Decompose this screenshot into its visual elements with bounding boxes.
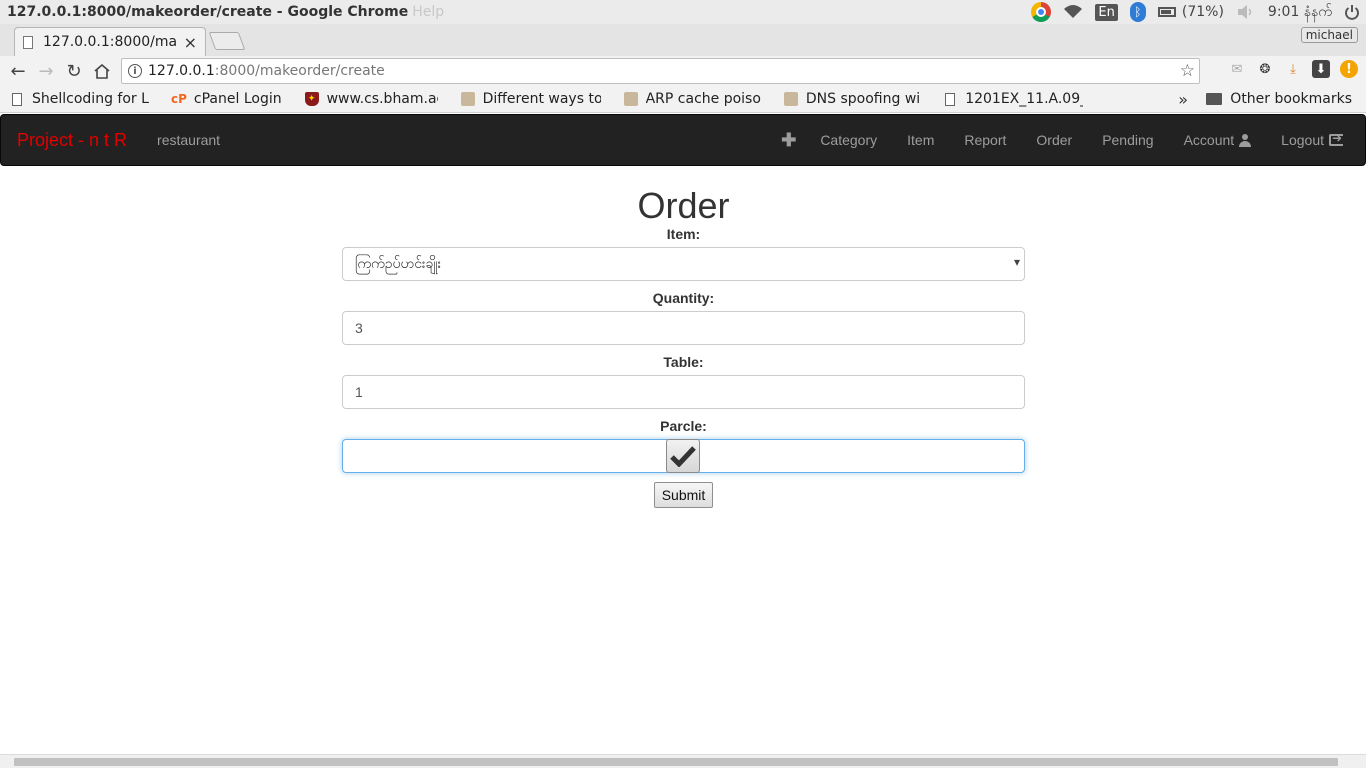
window-title: 127.0.0.1:8000/makeorder/create - Google… xyxy=(7,4,409,20)
clock[interactable]: 9:01 နံနက် xyxy=(1268,0,1332,24)
bookmark-item[interactable]: DNS spoofing wi xyxy=(774,91,920,107)
close-icon[interactable]: × xyxy=(184,33,197,52)
os-top-bar: 127.0.0.1:8000/makeorder/create - Google… xyxy=(0,0,1366,24)
address-bar[interactable]: i 127.0.0.1:8000/makeorder/create ☆ xyxy=(121,58,1200,84)
page-icon xyxy=(23,35,33,49)
url-host: 127.0.0.1 xyxy=(148,63,215,79)
avatar-icon xyxy=(460,92,475,106)
tab-active[interactable]: 127.0.0.1:8000/mak × xyxy=(14,27,206,56)
tab-strip: 127.0.0.1:8000/mak × michael xyxy=(0,24,1366,56)
folder-icon xyxy=(1206,93,1223,105)
battery-percent: (71%) xyxy=(1181,4,1224,20)
home-icon[interactable] xyxy=(88,57,116,85)
avatar-icon xyxy=(783,92,798,106)
user-icon xyxy=(1239,133,1252,147)
bookmark-item[interactable]: cP cPanel Login xyxy=(162,91,282,107)
nav-account-label: Account xyxy=(1183,132,1235,148)
help-menu[interactable]: Help xyxy=(412,4,444,20)
order-form: Order Item: ကြက်ဉပ်ဟင်းချိုး Quantity: 3… xyxy=(342,166,1025,508)
alert-icon[interactable]: ! xyxy=(1340,60,1358,78)
nav-logout[interactable]: Logout xyxy=(1281,131,1343,148)
nav-account[interactable]: Account xyxy=(1184,132,1252,148)
quantity-input[interactable]: 3 xyxy=(342,311,1025,345)
url-path: :8000/makeorder/create xyxy=(214,63,385,79)
avatar-icon xyxy=(623,92,638,106)
mail-extension-icon[interactable]: ✉ xyxy=(1228,60,1246,78)
item-selected-value: ကြက်ဉပ်ဟင်းချိုး xyxy=(355,255,442,272)
nav-logout-label: Logout xyxy=(1281,132,1324,148)
nav-category[interactable]: Category xyxy=(820,132,877,148)
download-manager-icon[interactable]: ⬇ xyxy=(1312,60,1330,78)
page-icon xyxy=(943,92,957,106)
logout-icon xyxy=(1329,131,1343,146)
shield-icon: ✦ xyxy=(304,92,319,106)
table-input[interactable]: 1 xyxy=(342,375,1025,409)
download-icon[interactable]: ⤓ xyxy=(1284,60,1302,78)
info-icon[interactable]: i xyxy=(128,64,142,78)
brand-link[interactable]: Project - n t R xyxy=(17,130,127,151)
scrollbar-thumb[interactable] xyxy=(14,758,1338,766)
extensions: ✉ ❂ ⤓ ⬇ ! xyxy=(1228,60,1358,78)
parcle-checkbox[interactable] xyxy=(666,439,700,473)
cpanel-icon: cP xyxy=(170,92,187,106)
other-bookmarks[interactable]: Other bookmarks xyxy=(1206,91,1352,107)
new-tab-button[interactable] xyxy=(208,32,246,50)
bookmarks-overflow-icon[interactable]: » xyxy=(1178,90,1188,109)
page-icon xyxy=(10,92,24,106)
extension-icon[interactable]: ❂ xyxy=(1256,60,1274,78)
keyboard-indicator[interactable]: En xyxy=(1095,0,1118,24)
bookmark-item[interactable]: Shellcoding for L xyxy=(0,91,149,107)
bookmark-star-icon[interactable]: ☆ xyxy=(1180,61,1195,81)
parcle-label: Parcle: xyxy=(660,418,707,434)
table-value: 1 xyxy=(355,384,363,400)
submit-button[interactable]: Submit xyxy=(653,482,714,508)
bookmark-item[interactable]: ✦ www.cs.bham.ac xyxy=(295,91,438,107)
item-label: Item: xyxy=(666,226,701,242)
forward-icon[interactable]: → xyxy=(32,57,60,85)
reload-icon[interactable]: ↻ xyxy=(60,57,88,85)
bookmark-item[interactable]: ARP cache poiso xyxy=(614,91,761,107)
profile-button[interactable]: michael xyxy=(1300,27,1358,43)
nav-item[interactable]: Item xyxy=(907,132,934,148)
item-select[interactable]: ကြက်ဉပ်ဟင်းချိုး xyxy=(342,247,1025,281)
bookmark-item[interactable]: 1201EX_11.A.09_ xyxy=(933,91,1083,107)
bluetooth-icon[interactable]: ᛒ xyxy=(1129,0,1146,24)
power-icon[interactable] xyxy=(1344,0,1360,24)
nav-right: ✚ Category Item Report Order Pending Acc… xyxy=(751,115,1343,165)
tab-title: 127.0.0.1:8000/mak xyxy=(43,34,178,50)
chrome-icon[interactable] xyxy=(1031,0,1052,24)
nav-pending[interactable]: Pending xyxy=(1102,132,1153,148)
quantity-value: 3 xyxy=(355,320,363,336)
wifi-icon[interactable] xyxy=(1063,0,1083,24)
browser-toolbar: ← → ↻ i 127.0.0.1:8000/makeorder/create … xyxy=(0,56,1366,86)
nav-report[interactable]: Report xyxy=(964,132,1006,148)
battery-icon[interactable] xyxy=(1157,0,1176,24)
volume-icon[interactable] xyxy=(1236,0,1256,24)
table-label: Table: xyxy=(663,354,704,370)
page-title: Order xyxy=(637,185,730,226)
checkmark-icon xyxy=(670,446,696,467)
nav-order[interactable]: Order xyxy=(1036,132,1072,148)
bookmarks-bar: Shellcoding for L cP cPanel Login ✦ www.… xyxy=(0,86,1366,113)
parcle-field[interactable] xyxy=(342,439,1025,473)
system-tray: En ᛒ (71%) 9:01 နံနက် xyxy=(1025,0,1366,24)
horizontal-scrollbar[interactable] xyxy=(0,754,1366,768)
submit-wrap: Submit xyxy=(342,482,1025,508)
nav-restaurant[interactable]: restaurant xyxy=(157,132,220,148)
back-icon[interactable]: ← xyxy=(4,57,32,85)
bookmark-item[interactable]: Different ways to xyxy=(451,91,601,107)
quantity-label: Quantity: xyxy=(652,290,715,306)
plus-icon[interactable]: ✚ xyxy=(781,130,796,151)
app-navbar: Project - n t R restaurant ✚ Category It… xyxy=(0,114,1366,166)
